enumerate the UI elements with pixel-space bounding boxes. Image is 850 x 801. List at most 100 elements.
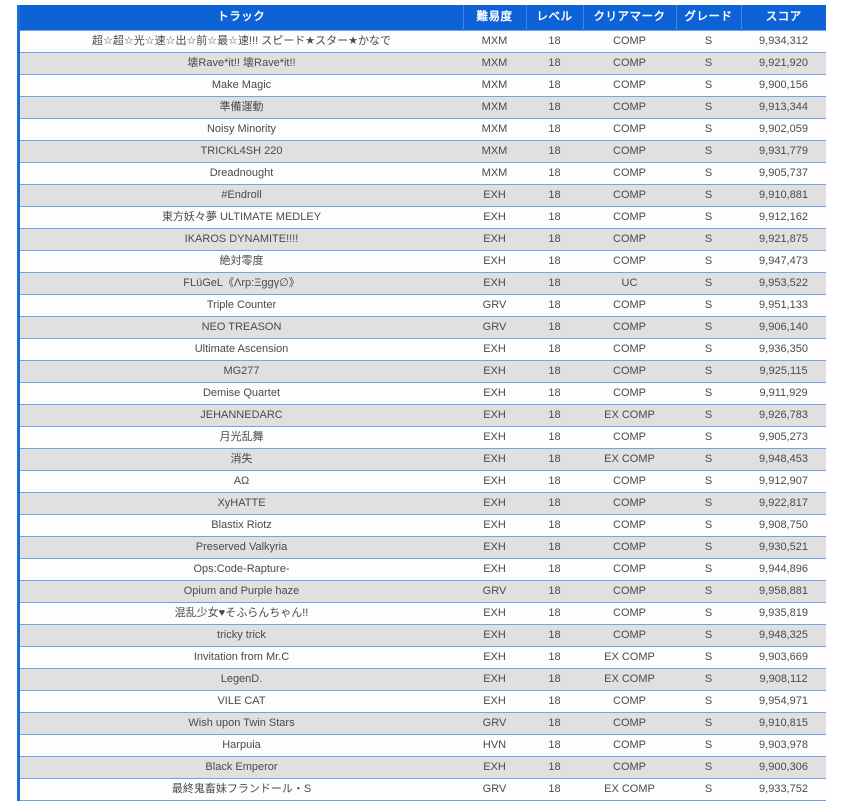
cell-score: 9,934,312 [741,30,826,53]
table-row[interactable]: Wish upon Twin Stars GRV 18 COMP S 9,910,815 [20,712,826,735]
cell-grade: S [676,734,741,757]
cell-difficulty: EXH [463,404,526,427]
table-row[interactable]: Opium and Purple haze GRV 18 COMP S 9,958,881 [20,580,826,603]
cell-clear-mark: COMP [583,96,676,119]
cell-grade: S [676,250,741,273]
table-row[interactable]: Ultimate Ascension EXH 18 COMP S 9,936,350 [20,338,826,361]
cell-track: Ops:Code-Rapture- [20,558,463,581]
cell-track: Harpuia [20,734,463,757]
table-row[interactable]: 混乱少女♥そふらんちゃん!! EXH 18 COMP S 9,935,819 [20,602,826,625]
column-header-difficulty[interactable]: 難易度 [462,5,527,31]
table-row[interactable]: tricky trick EXH 18 COMP S 9,948,325 [20,624,826,647]
cell-clear-mark: COMP [583,690,676,713]
cell-clear-mark: COMP [583,294,676,317]
cell-level: 18 [526,250,583,273]
cell-score: 9,903,978 [741,734,826,757]
table-row[interactable]: IKAROS DYNAMITE!!!! EXH 18 COMP S 9,921,875 [20,228,826,251]
cell-track: Preserved Valkyria [20,536,463,559]
cell-track: Make Magic [20,74,463,97]
cell-score: 9,930,521 [741,536,826,559]
cell-difficulty: MXM [463,30,526,53]
table-row[interactable]: LegenD. EXH 18 EX COMP S 9,908,112 [20,668,826,691]
cell-level: 18 [526,404,583,427]
column-header-grade[interactable]: グレード [675,5,742,31]
cell-track: Triple Counter [20,294,463,317]
table-row[interactable]: 月光乱舞 EXH 18 COMP S 9,905,273 [20,426,826,449]
cell-level: 18 [526,74,583,97]
table-row[interactable]: Harpuia HVN 18 COMP S 9,903,978 [20,734,826,757]
cell-clear-mark: COMP [583,74,676,97]
cell-clear-mark: COMP [583,756,676,779]
table-row[interactable]: Make Magic MXM 18 COMP S 9,900,156 [20,74,826,97]
cell-level: 18 [526,162,583,185]
table-row[interactable]: Blastix Riotz EXH 18 COMP S 9,908,750 [20,514,826,537]
column-header-track[interactable]: トラック [20,5,464,31]
cell-score: 9,947,473 [741,250,826,273]
table-row[interactable]: NEO TREASON GRV 18 COMP S 9,906,140 [20,316,826,339]
cell-grade: S [676,228,741,251]
table-header: トラック 難易度 レベル クリアマーク グレード スコア [20,5,826,31]
cell-grade: S [676,382,741,405]
cell-level: 18 [526,294,583,317]
table-row[interactable]: VILE CAT EXH 18 COMP S 9,954,971 [20,690,826,713]
table-row[interactable]: 最終鬼畜妹フランドール・S GRV 18 EX COMP S 9,933,752 [20,778,826,801]
cell-level: 18 [526,734,583,757]
column-header-level[interactable]: レベル [525,5,584,31]
cell-difficulty: EXH [463,338,526,361]
cell-grade: S [676,690,741,713]
cell-track: TRICKL4SH 220 [20,140,463,163]
cell-clear-mark: COMP [583,624,676,647]
cell-score: 9,905,737 [741,162,826,185]
cell-clear-mark: COMP [583,360,676,383]
cell-grade: S [676,140,741,163]
cell-level: 18 [526,624,583,647]
cell-track: 超☆超☆光☆速☆出☆前☆最☆速!!! スピード★スター★かなで [20,30,463,53]
cell-track: tricky trick [20,624,463,647]
cell-difficulty: GRV [463,712,526,735]
table-row[interactable]: 消失 EXH 18 EX COMP S 9,948,453 [20,448,826,471]
table-row[interactable]: AΩ EXH 18 COMP S 9,912,907 [20,470,826,493]
cell-track: 東方妖々夢 ULTIMATE MEDLEY [20,206,463,229]
table-row[interactable]: Ops:Code-Rapture- EXH 18 COMP S 9,944,896 [20,558,826,581]
cell-difficulty: EXH [463,206,526,229]
column-header-clear-mark[interactable]: クリアマーク [582,5,677,31]
cell-difficulty: EXH [463,448,526,471]
cell-grade: S [676,470,741,493]
table-row[interactable]: 超☆超☆光☆速☆出☆前☆最☆速!!! スピード★スター★かなで MXM 18 COMP… [20,30,826,53]
cell-score: 9,954,971 [741,690,826,713]
cell-grade: S [676,206,741,229]
table-row[interactable]: FLüGeL《Λrp:Ξggγ∅》 EXH 18 UC S 9,953,522 [20,272,826,295]
cell-clear-mark: COMP [583,492,676,515]
table-row[interactable]: JEHANNEDARC EXH 18 EX COMP S 9,926,783 [20,404,826,427]
table-row[interactable]: MG277 EXH 18 COMP S 9,925,115 [20,360,826,383]
table-row[interactable]: XyHATTE EXH 18 COMP S 9,922,817 [20,492,826,515]
table-row[interactable]: 東方妖々夢 ULTIMATE MEDLEY EXH 18 COMP S 9,912,162 [20,206,826,229]
table-row[interactable]: Dreadnought MXM 18 COMP S 9,905,737 [20,162,826,185]
cell-level: 18 [526,272,583,295]
cell-score: 9,935,819 [741,602,826,625]
table-body: 超☆超☆光☆速☆出☆前☆最☆速!!! スピード★スター★かなで MXM 18 COMP… [20,30,826,801]
cell-difficulty: EXH [463,382,526,405]
table-row[interactable]: Noisy Minority MXM 18 COMP S 9,902,059 [20,118,826,141]
cell-grade: S [676,778,741,801]
cell-difficulty: EXH [463,184,526,207]
table-row[interactable]: 壊Rave*it!! 壊Rave*it!! MXM 18 COMP S 9,921,920 [20,52,826,75]
cell-difficulty: EXH [463,756,526,779]
column-header-score[interactable]: スコア [740,5,826,31]
cell-difficulty: GRV [463,316,526,339]
cell-track: #Endroll [20,184,463,207]
cell-clear-mark: COMP [583,118,676,141]
table-row[interactable]: Black Emperor EXH 18 COMP S 9,900,306 [20,756,826,779]
table-row[interactable]: #Endroll EXH 18 COMP S 9,910,881 [20,184,826,207]
table-row[interactable]: Demise Quartet EXH 18 COMP S 9,911,929 [20,382,826,405]
table-row[interactable]: Triple Counter GRV 18 COMP S 9,951,133 [20,294,826,317]
cell-clear-mark: EX COMP [583,778,676,801]
cell-grade: S [676,558,741,581]
table-row[interactable]: Invitation from Mr.C EXH 18 EX COMP S 9,903,6… [20,646,826,669]
table-row[interactable]: Preserved Valkyria EXH 18 COMP S 9,930,521 [20,536,826,559]
cell-grade: S [676,624,741,647]
table-row[interactable]: TRICKL4SH 220 MXM 18 COMP S 9,931,779 [20,140,826,163]
table-row[interactable]: 絶対零度 EXH 18 COMP S 9,947,473 [20,250,826,273]
cell-difficulty: HVN [463,734,526,757]
table-row[interactable]: 準備運動 MXM 18 COMP S 9,913,344 [20,96,826,119]
